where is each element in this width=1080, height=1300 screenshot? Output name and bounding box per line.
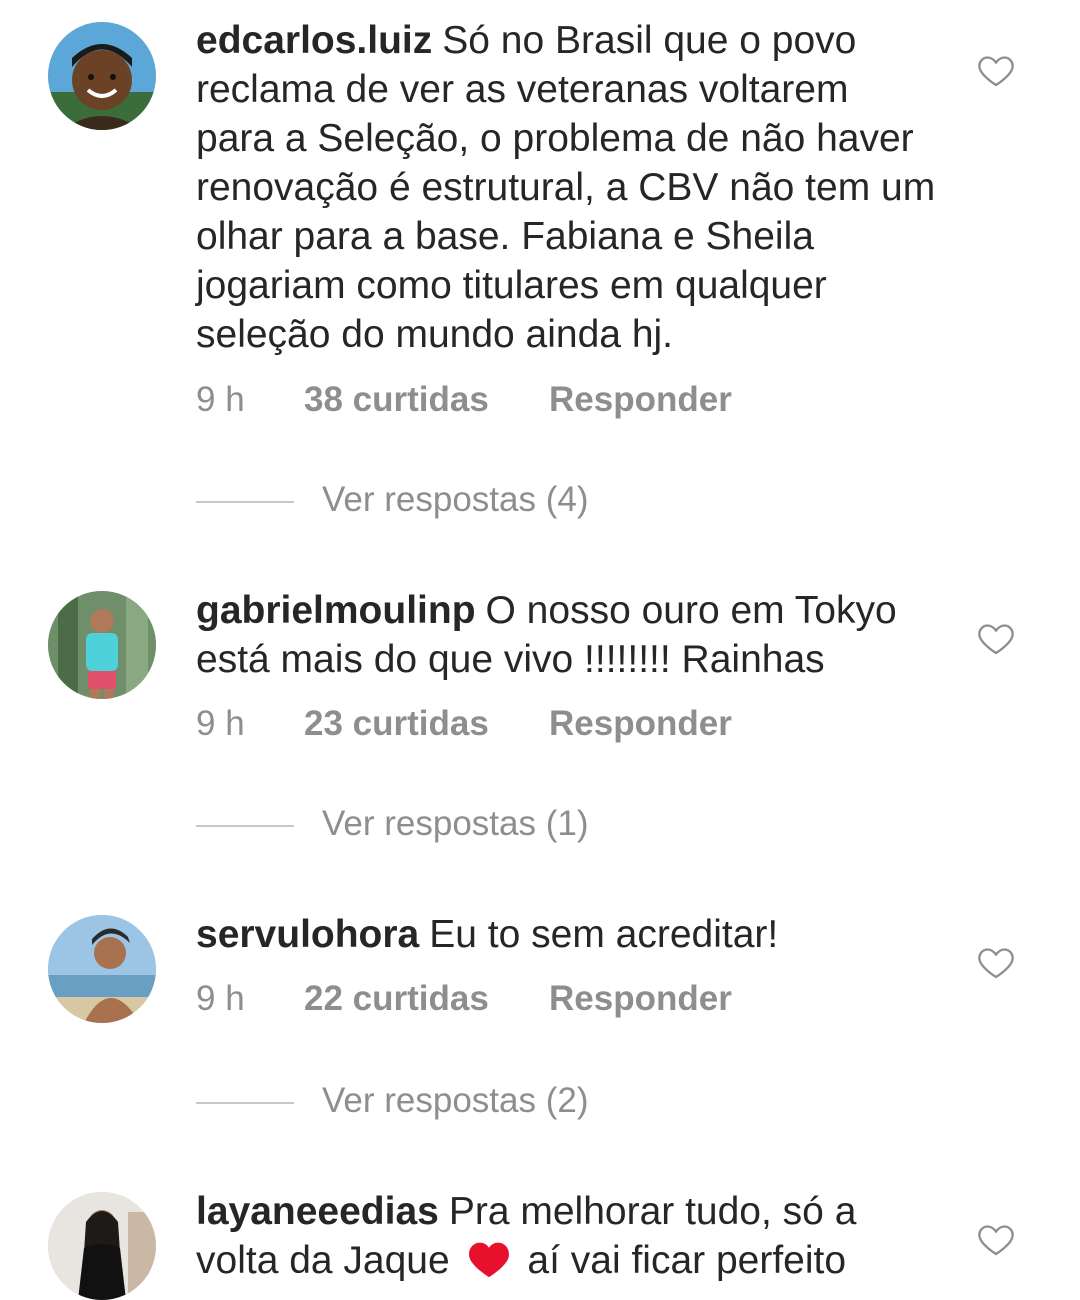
comment-meta: 9 h 22 curtidas Responder [196, 979, 732, 1019]
reply-button[interactable]: Responder [549, 704, 732, 744]
view-replies-button[interactable]: Ver respostas (2) [196, 1081, 589, 1125]
profile-photo-icon [48, 1192, 156, 1300]
likes-count[interactable]: 23 curtidas [304, 704, 549, 744]
comment-username[interactable]: servulohora [196, 913, 419, 956]
comment-time: 9 h [196, 979, 245, 1018]
view-replies-label: Ver respostas (2) [322, 1081, 589, 1120]
comment-meta: 9 h 23 curtidas Responder [196, 704, 732, 744]
replies-divider [196, 824, 294, 827]
comment-username[interactable]: layaneeedias [196, 1190, 439, 1233]
comment-meta: 9 h 38 curtidas Responder [196, 380, 732, 420]
comment-time: 9 h [196, 380, 245, 419]
replies-divider [196, 500, 294, 503]
like-heart-icon[interactable] [976, 50, 1016, 90]
reply-button[interactable]: Responder [549, 979, 732, 1019]
avatar[interactable] [48, 591, 156, 699]
view-replies-label: Ver respostas (4) [322, 480, 589, 519]
profile-photo-icon [48, 22, 156, 130]
comment-text: Só no Brasil que o povo reclama de ver a… [196, 19, 936, 356]
likes-count[interactable]: 22 curtidas [304, 979, 549, 1019]
comment-body: servulohora Eu to sem acreditar! [196, 910, 936, 959]
likes-count[interactable]: 38 curtidas [304, 380, 549, 420]
replies-divider [196, 1101, 294, 1104]
comment-body: gabrielmoulinp O nosso ouro em Tokyo está… [196, 586, 936, 684]
view-replies-button[interactable]: Ver respostas (4) [196, 480, 589, 524]
comment-username[interactable]: edcarlos.luiz [196, 19, 432, 62]
comment-text-continued: aí vai ficar perfeito [527, 1239, 847, 1282]
like-heart-icon[interactable] [976, 1219, 1016, 1259]
avatar[interactable] [48, 1192, 156, 1300]
view-replies-label: Ver respostas (1) [322, 804, 589, 843]
like-heart-icon[interactable] [976, 942, 1016, 982]
profile-photo-icon [48, 915, 156, 1023]
comment-time: 9 h [196, 704, 245, 743]
reply-button[interactable]: Responder [549, 380, 732, 420]
view-replies-button[interactable]: Ver respostas (1) [196, 804, 589, 848]
comment-text: Eu to sem acreditar! [429, 913, 779, 956]
avatar[interactable] [48, 915, 156, 1023]
comment-body: edcarlos.luiz Só no Brasil que o povo rec… [196, 16, 936, 359]
avatar[interactable] [48, 22, 156, 130]
red-heart-emoji-icon [468, 1242, 509, 1278]
comment-body: layaneeedias Pra melhorar tudo, só a volt… [196, 1187, 936, 1285]
profile-photo-icon [48, 591, 156, 699]
like-heart-icon[interactable] [976, 618, 1016, 658]
comment-username[interactable]: gabrielmoulinp [196, 589, 476, 632]
